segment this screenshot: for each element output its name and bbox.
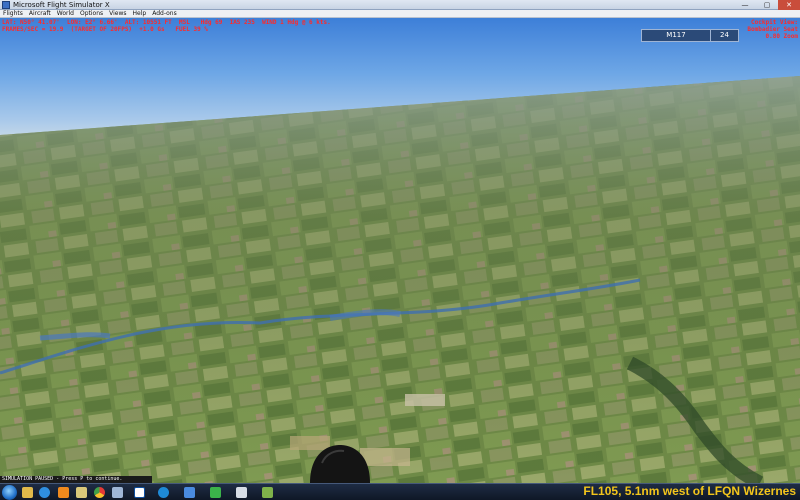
media-player-icon[interactable]: [58, 487, 69, 498]
fsx-plane-icon[interactable]: [184, 487, 195, 498]
sim-viewport[interactable]: LAT: N50° 41.07' LON: E2° 6.66' ALT: 105…: [0, 18, 800, 483]
menu-addons[interactable]: Add-ons: [149, 10, 180, 17]
menu-options[interactable]: Options: [77, 10, 106, 17]
menu-world[interactable]: World: [54, 10, 77, 17]
terrain: [0, 76, 800, 483]
cockpit-view-zoom: 0.80 Zoom: [765, 33, 798, 40]
explorer-icon[interactable]: [76, 487, 87, 498]
radio-panel: M117 24: [641, 29, 739, 42]
maximize-button[interactable]: ▢: [756, 0, 778, 10]
window-controls: — ▢ ✕: [734, 0, 800, 10]
window-title: Microsoft Flight Simulator X: [13, 1, 110, 9]
radio-channel[interactable]: 24: [711, 29, 739, 42]
cockpit-view-label: Cockpit View: Bombadier Seat 0.80 Zoom: [747, 19, 798, 40]
start-orb-icon[interactable]: [2, 485, 17, 500]
cockpit-view-seat: Bombadier Seat: [747, 26, 798, 33]
cockpit-view-title: Cockpit View:: [751, 19, 798, 26]
chrome-icon[interactable]: [94, 487, 105, 498]
fsx-app-icon: [2, 1, 10, 9]
app-green-icon[interactable]: [210, 487, 221, 498]
edge-icon[interactable]: [158, 487, 169, 498]
menu-aircraft[interactable]: Aircraft: [26, 10, 54, 17]
menu-views[interactable]: Views: [106, 10, 129, 17]
app-icon[interactable]: [112, 487, 123, 498]
ie-icon[interactable]: [39, 487, 50, 498]
location-status: FL105, 5.1nm west of LFQN Wizernes: [583, 484, 796, 498]
folder-icon[interactable]: [22, 487, 33, 498]
aircraft-nose: [310, 445, 370, 483]
menu-bar: Flights Aircraft World Options Views Hel…: [0, 10, 800, 18]
simulation-paused-banner: SIMULATION PAUSED - Press P to continue.: [0, 476, 152, 483]
window-icon[interactable]: [236, 487, 247, 498]
n-icon[interactable]: [134, 487, 145, 498]
hud-position-readout: LAT: N50° 41.07' LON: E2° 6.66' ALT: 105…: [2, 19, 331, 26]
menu-flights[interactable]: Flights: [0, 10, 26, 17]
title-bar: Microsoft Flight Simulator X — ▢ ✕: [0, 0, 800, 10]
close-button[interactable]: ✕: [778, 0, 800, 10]
hud-performance-readout: FRAMES/SEC = 19.9 (TARGET OF 20FPS) +1.0…: [2, 26, 208, 33]
menu-help[interactable]: Help: [130, 10, 150, 17]
radio-frequency[interactable]: M117: [641, 29, 711, 42]
photo-icon[interactable]: [262, 487, 273, 498]
minimize-button[interactable]: —: [734, 0, 756, 10]
